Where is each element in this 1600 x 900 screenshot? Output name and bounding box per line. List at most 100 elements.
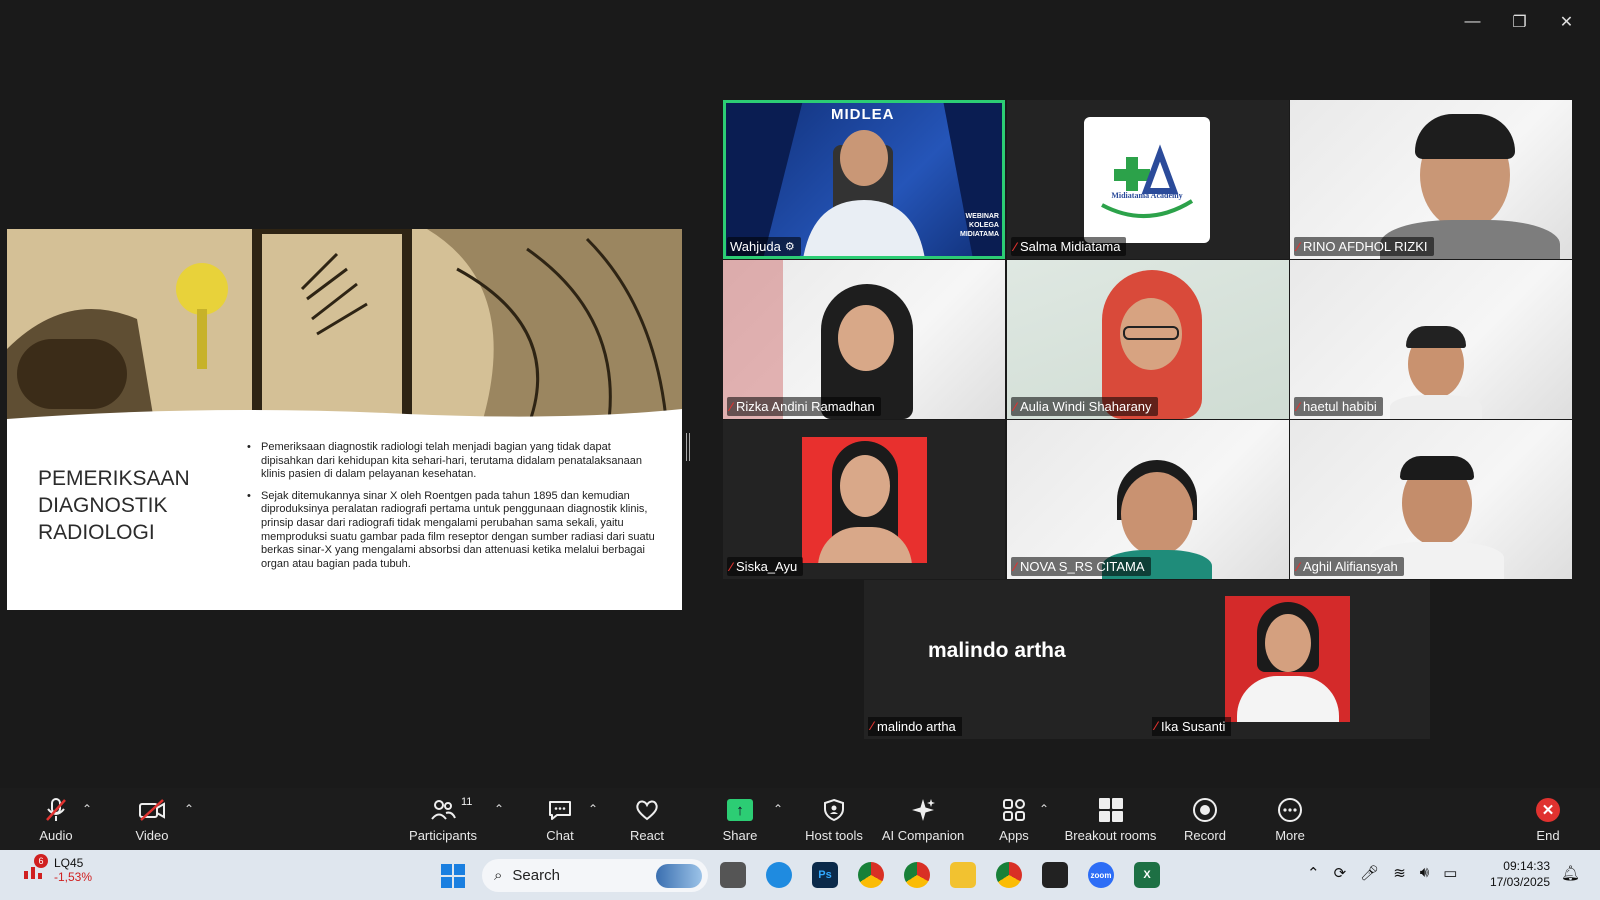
windows-start-icon[interactable] xyxy=(441,864,465,888)
participant-name: Wahjuda xyxy=(730,239,781,254)
mic-muted-icon: ⁄ xyxy=(1014,559,1017,574)
participant-tile-nova[interactable]: ⁄ NOVA S_RS CITAMA xyxy=(1007,420,1289,579)
participant-tile-rino[interactable]: ⁄ RINO AFDHOL RIZKI xyxy=(1290,100,1572,259)
share-screen-icon: ↑ xyxy=(727,799,753,821)
video-label: Video xyxy=(135,828,169,843)
shield-icon xyxy=(822,796,846,824)
battery-icon[interactable]: ▭ xyxy=(1443,864,1457,882)
photoshop-icon[interactable]: Ps xyxy=(812,862,838,888)
participant-name-label: ⁄ Siska_Ayu xyxy=(727,557,804,576)
sticky-notes-icon[interactable] xyxy=(1042,862,1068,888)
participants-options-caret-icon[interactable]: ⌃ xyxy=(494,802,504,816)
share-options-caret-icon[interactable]: ⌃ xyxy=(773,802,783,816)
taskbar-search[interactable]: ⌕ Search xyxy=(482,859,708,892)
video-options-caret-icon[interactable]: ⌃ xyxy=(184,802,194,816)
share-button[interactable]: ↑ Share xyxy=(720,788,760,850)
participant-name: NOVA S_RS CITAMA xyxy=(1020,559,1145,574)
participant-name-label: ⁄ Rizka Andini Ramadhan xyxy=(727,397,881,416)
participant-name: Aulia Windi Shaharany xyxy=(1020,399,1152,414)
slide-bullet: Pemeriksaan diagnostik radiologi telah m… xyxy=(247,441,662,482)
share-label: Share xyxy=(722,828,758,843)
audio-label: Audio xyxy=(39,828,73,843)
microphone-icon[interactable]: 🎤︎ xyxy=(1360,864,1379,882)
participant-tile-salma[interactable]: Midiatama Academy ⁄ Salma Midiatama xyxy=(1007,100,1289,259)
chrome-icon[interactable] xyxy=(858,862,884,888)
react-button[interactable]: React xyxy=(627,788,667,850)
breakout-rooms-label: Breakout rooms xyxy=(1064,828,1157,843)
host-tools-button[interactable]: Host tools xyxy=(804,788,864,850)
sparkle-icon xyxy=(910,796,936,824)
mic-muted-icon: ⁄ xyxy=(1297,399,1300,414)
windows-taskbar: 6 LQ45 -1,53% ⌕ Search Ps zoom X ⌃ ⟳ 🎤︎ … xyxy=(0,850,1600,900)
search-icon: ⌕ xyxy=(494,867,503,884)
mic-muted-icon: ⁄ xyxy=(871,719,874,733)
slide-bullets: Pemeriksaan diagnostik radiologi telah m… xyxy=(247,441,662,579)
search-highlight-image xyxy=(656,863,702,888)
close-icon[interactable]: ✕ xyxy=(1543,10,1590,34)
participant-tile-aghil[interactable]: ⁄ Aghil Alifiansyah xyxy=(1290,420,1572,579)
task-view-icon[interactable] xyxy=(720,862,746,888)
apps-button[interactable]: Apps xyxy=(994,788,1034,850)
participant-name-label: ⁄ Aulia Windi Shaharany xyxy=(1011,397,1158,416)
chrome-work-icon[interactable] xyxy=(996,862,1022,888)
ai-companion-label: AI Companion xyxy=(881,828,965,843)
participant-tile-ika[interactable]: ⁄ Ika Susanti xyxy=(1148,580,1430,739)
participant-name: RINO AFDHOL RIZKI xyxy=(1303,239,1428,254)
excel-icon[interactable]: X xyxy=(1134,862,1160,888)
notification-bell-icon[interactable]: 🔔︎ xyxy=(1561,864,1580,882)
record-button[interactable]: Record xyxy=(1180,788,1230,850)
chat-options-caret-icon[interactable]: ⌃ xyxy=(588,802,598,816)
minimize-icon[interactable]: — xyxy=(1449,10,1496,34)
chat-label: Chat xyxy=(546,828,574,843)
audio-button[interactable]: Audio xyxy=(36,788,76,850)
ai-companion-button[interactable]: AI Companion xyxy=(881,788,965,850)
sync-icon[interactable]: ⟳ xyxy=(1334,864,1347,882)
chat-button[interactable]: Chat xyxy=(540,788,580,850)
split-view-handle[interactable] xyxy=(686,433,690,461)
react-label: React xyxy=(630,828,664,843)
participant-tile-haetul[interactable]: ⁄ haetul habibi xyxy=(1290,260,1572,419)
end-meeting-icon: ✕ xyxy=(1536,798,1560,822)
search-placeholder: Search xyxy=(512,867,560,884)
participant-name-label: ⁄ RINO AFDHOL RIZKI xyxy=(1294,237,1434,256)
participant-tile-rizka[interactable]: ⁄ Rizka Andini Ramadhan xyxy=(723,260,1005,419)
more-label: More xyxy=(1275,828,1305,843)
chevron-up-icon[interactable]: ⌃ xyxy=(1307,864,1320,882)
participant-name: haetul habibi xyxy=(1303,399,1377,414)
heart-icon xyxy=(634,796,660,824)
meeting-toolbar: Audio ⌃ Video ⌃ Participants 11 ⌃ Chat ⌃ xyxy=(0,788,1600,850)
edge-icon[interactable] xyxy=(766,862,792,888)
midiatama-academy-logo: Midiatama Academy xyxy=(1084,117,1210,243)
apps-options-caret-icon[interactable]: ⌃ xyxy=(1039,802,1049,816)
participant-tile-siska[interactable]: ⁄ Siska_Ayu xyxy=(723,420,1005,579)
xray-illustration xyxy=(7,229,682,439)
notification-badge: 6 xyxy=(34,854,48,868)
record-label: Record xyxy=(1184,828,1226,843)
participant-name-label: ⁄ Salma Midiatama xyxy=(1011,237,1127,256)
video-button[interactable]: Video xyxy=(132,788,172,850)
taskbar-clock[interactable]: 09:14:33 17/03/2025 xyxy=(1490,858,1550,890)
restore-icon[interactable]: ❐ xyxy=(1496,10,1543,34)
participant-tile-aulia[interactable]: ⁄ Aulia Windi Shaharany xyxy=(1007,260,1289,419)
system-tray: ⌃ ⟳ 🎤︎ ≋ 🔊︎ ▭ xyxy=(1307,864,1457,882)
profile-photo xyxy=(802,437,927,563)
mic-muted-icon: ⁄ xyxy=(1014,399,1017,414)
chrome-profile-icon[interactable] xyxy=(904,862,930,888)
audio-options-caret-icon[interactable]: ⌃ xyxy=(82,802,92,816)
wifi-icon[interactable]: ≋ xyxy=(1393,864,1406,882)
participant-name: Salma Midiatama xyxy=(1020,239,1121,254)
participant-tile-wahjuda[interactable]: MIDLEA WEBINAR KOLEGA MIDIATAMA Wahjuda … xyxy=(723,100,1005,259)
participant-display-name: malindo artha xyxy=(928,639,1066,662)
participant-name-label: ⁄ Aghil Alifiansyah xyxy=(1294,557,1404,576)
breakout-rooms-button[interactable]: Breakout rooms xyxy=(1063,788,1158,850)
file-explorer-icon[interactable] xyxy=(950,862,976,888)
zoom-icon[interactable]: zoom xyxy=(1088,862,1114,888)
participant-tile-malindo[interactable]: malindo artha ⁄ malindo artha xyxy=(864,580,1146,739)
more-button[interactable]: More xyxy=(1270,788,1310,850)
volume-icon[interactable]: 🔊︎ xyxy=(1420,864,1429,882)
end-meeting-button[interactable]: ✕ End xyxy=(1528,788,1568,850)
participant-name-label: ⁄ Ika Susanti xyxy=(1152,717,1232,736)
stock-widget[interactable]: 6 LQ45 -1,53% xyxy=(22,854,92,884)
participants-count: 11 xyxy=(461,796,473,808)
end-label: End xyxy=(1536,828,1560,843)
